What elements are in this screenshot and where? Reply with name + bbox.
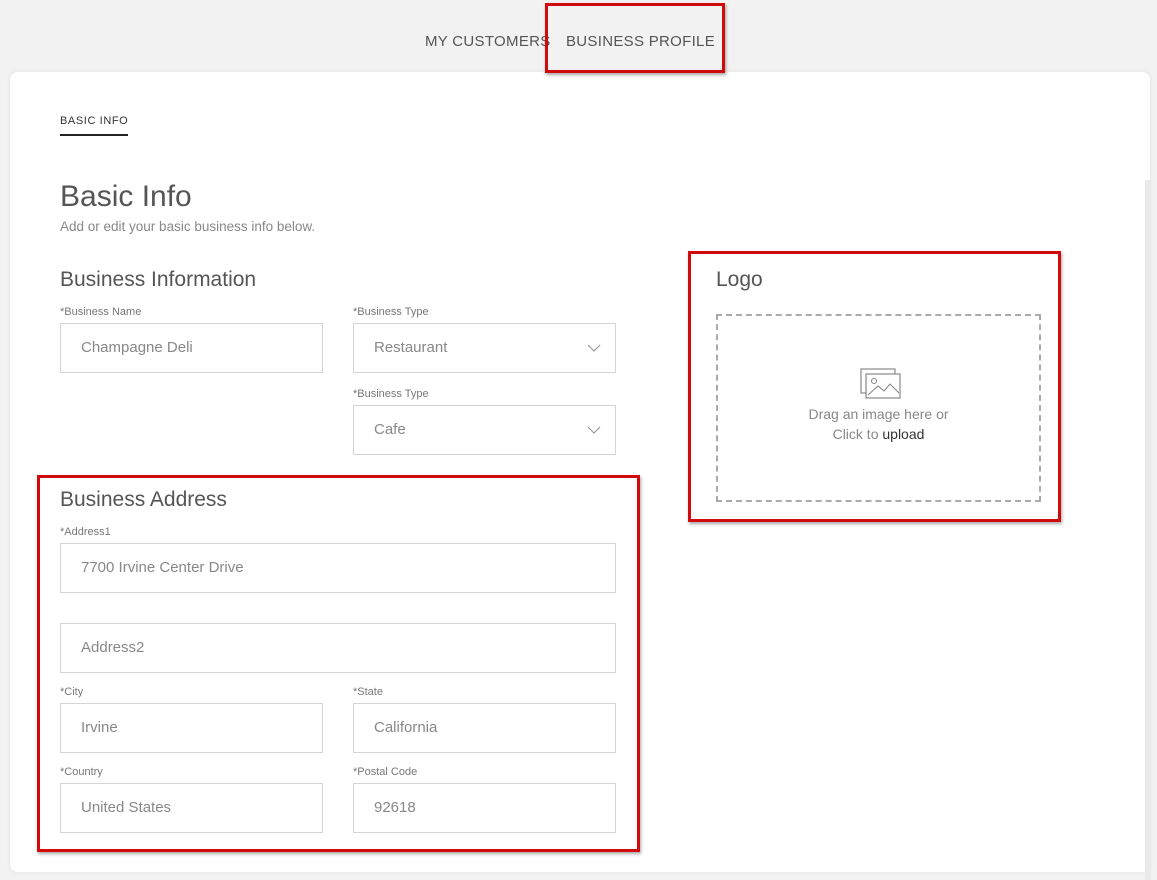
country-label: *Country xyxy=(60,766,103,778)
business-type-label: *Business Type xyxy=(353,306,429,318)
business-subtype-select[interactable]: Cafe xyxy=(353,405,616,455)
business-name-input[interactable]: Champagne Deli xyxy=(60,323,323,373)
logo-dropzone[interactable]: Drag an image here or Click to upload xyxy=(716,314,1041,502)
postal-code-label: *Postal Code xyxy=(353,766,418,778)
chevron-down-icon xyxy=(587,324,601,372)
logo-drop-text: Drag an image here or xyxy=(808,406,949,422)
country-input[interactable]: United States xyxy=(60,783,323,833)
city-value: Irvine xyxy=(81,719,118,736)
tab-business-profile[interactable]: BUSINESS PROFILE xyxy=(566,33,715,50)
city-label: *City xyxy=(60,686,84,698)
business-subtype-value: Cafe xyxy=(374,421,406,438)
business-address-heading: Business Address xyxy=(60,488,227,511)
chevron-down-icon xyxy=(587,406,601,454)
city-input[interactable]: Irvine xyxy=(60,703,323,753)
address2-placeholder: Address2 xyxy=(81,639,145,656)
business-type-value: Restaurant xyxy=(374,339,448,356)
top-nav: MY CUSTOMERS BUSINESS PROFILE xyxy=(0,0,1157,75)
postal-code-value: 92618 xyxy=(374,799,416,816)
subtab-basic-info[interactable]: BASIC INFO xyxy=(60,115,129,136)
tab-my-customers[interactable]: MY CUSTOMERS xyxy=(425,33,551,50)
state-value: California xyxy=(374,719,438,736)
business-name-label: *Business Name xyxy=(60,306,142,318)
business-information-heading: Business Information xyxy=(60,268,257,291)
business-name-value: Champagne Deli xyxy=(81,339,193,356)
business-subtype-label: *Business Type xyxy=(353,388,429,400)
postal-code-input[interactable]: 92618 xyxy=(353,783,616,833)
address2-input[interactable]: Address2 xyxy=(60,623,616,673)
logo-click-line: Click to upload xyxy=(718,426,1039,442)
page-subtitle: Add or edit your basic business info bel… xyxy=(60,219,316,234)
page-title: Basic Info xyxy=(60,180,192,213)
logo-click-text: Click to xyxy=(832,426,883,442)
state-label: *State xyxy=(353,686,383,698)
country-value: United States xyxy=(81,799,172,816)
address1-input[interactable]: 7700 Irvine Center Drive xyxy=(60,543,616,593)
address1-value: 7700 Irvine Center Drive xyxy=(81,559,244,576)
upload-link[interactable]: upload xyxy=(882,426,924,442)
logo-heading: Logo xyxy=(716,268,763,291)
image-icon xyxy=(860,368,902,405)
scrollbar[interactable] xyxy=(1145,180,1151,880)
business-type-select[interactable]: Restaurant xyxy=(353,323,616,373)
address1-label: *Address1 xyxy=(60,526,111,538)
state-input[interactable]: California xyxy=(353,703,616,753)
